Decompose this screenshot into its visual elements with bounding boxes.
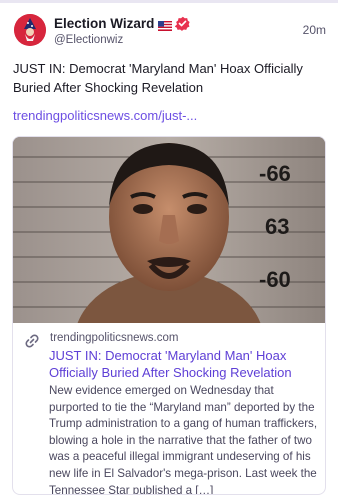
card-title[interactable]: JUST IN: Democrat 'Maryland Man' Hoax Of… xyxy=(49,347,315,381)
author-handle[interactable]: @Electionwiz xyxy=(54,34,123,46)
post-timestamp[interactable]: 20m xyxy=(303,23,326,37)
link-icon xyxy=(24,333,40,349)
link-preview-card[interactable]: -66 63 -60 trendingpoliticsnews.com JUST… xyxy=(12,136,326,495)
height-mark-66: -66 xyxy=(259,161,291,186)
card-description: New evidence emerged on Wednesday that p… xyxy=(49,384,318,495)
card-domain: trendingpoliticsnews.com xyxy=(50,332,179,344)
post-text: JUST IN: Democrat 'Maryland Man' Hoax Of… xyxy=(13,61,303,95)
card-image[interactable]: -66 63 -60 xyxy=(13,137,325,323)
verified-badge-icon xyxy=(175,16,191,31)
height-mark-60: -60 xyxy=(259,267,291,292)
height-mark-63: 63 xyxy=(265,214,289,239)
avatar[interactable] xyxy=(14,14,46,46)
top-divider xyxy=(0,0,338,3)
author-name[interactable]: Election Wizard xyxy=(54,16,154,31)
author-row: Election Wizard xyxy=(54,14,191,32)
post-link[interactable]: trendingpoliticsnews.com/just-... xyxy=(13,108,197,123)
us-flag-icon xyxy=(158,18,173,31)
